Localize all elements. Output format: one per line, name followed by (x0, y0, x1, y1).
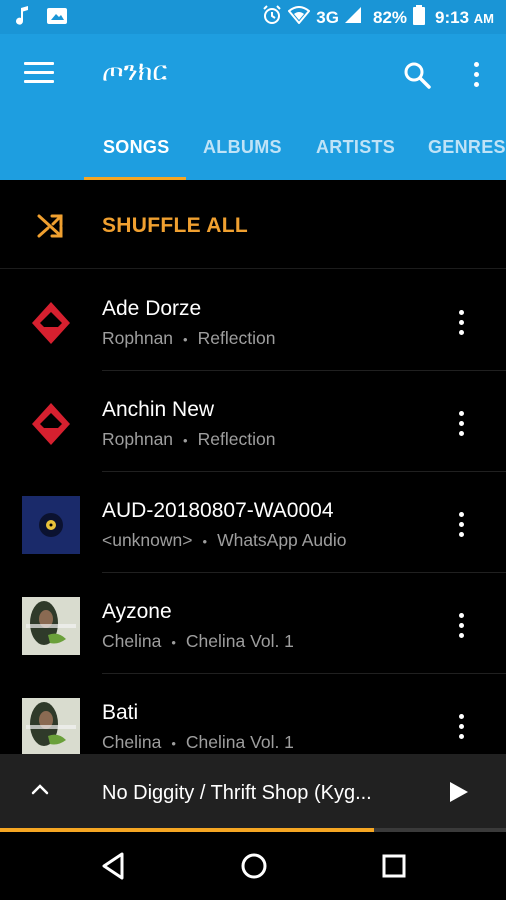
back-icon[interactable] (98, 850, 130, 882)
app-title: ጦንክር (102, 56, 168, 87)
shuffle-icon (36, 212, 66, 240)
shuffle-all-button[interactable]: SHUFFLE ALL (0, 182, 506, 268)
home-icon[interactable] (238, 850, 270, 882)
tab-songs[interactable]: SONGS (103, 137, 170, 158)
signal-icon (344, 7, 361, 28)
song-subtitle: <unknown> • WhatsApp Audio (102, 530, 347, 550)
clock-time: 9:13 AM (435, 7, 494, 27)
system-nav-bar (0, 832, 506, 900)
play-icon[interactable] (446, 780, 470, 804)
overflow-menu-icon[interactable] (466, 60, 486, 90)
wifi-icon (287, 6, 311, 29)
search-icon[interactable] (402, 60, 432, 90)
tab-indicator (84, 177, 186, 180)
more-options-icon[interactable] (450, 611, 472, 641)
album-art (22, 698, 80, 756)
chevron-up-icon[interactable] (30, 782, 50, 796)
tab-bar: SONGS ALBUMS ARTISTS GENRES (0, 126, 506, 180)
song-row[interactable]: AUD-20180807-WA0004 <unknown> • WhatsApp A… (0, 472, 506, 573)
tab-artists[interactable]: ARTISTS (316, 137, 395, 158)
song-row[interactable]: Ayzone Chelina • Chelina Vol. 1 (0, 573, 506, 674)
song-subtitle: Chelina • Chelina Vol. 1 (102, 732, 294, 752)
song-row[interactable]: Anchin New Rophnan • Reflection (0, 371, 506, 472)
app-bar: ጦንክር SONGS ALBUMS ARTISTS GENRES (0, 34, 506, 180)
gallery-notification-icon (46, 6, 68, 31)
tab-genres[interactable]: GENRES (428, 137, 506, 158)
status-bar: 3G 82% 9:13 AM (0, 0, 506, 34)
recents-icon[interactable] (378, 850, 410, 882)
battery-percent: 82% (372, 7, 408, 27)
network-type-label: 3G (316, 7, 339, 27)
album-art (22, 294, 80, 352)
song-title: Ayzone (102, 600, 172, 623)
alarm-icon (262, 5, 282, 30)
battery-icon (413, 5, 426, 30)
song-subtitle: Rophnan • Reflection (102, 429, 276, 449)
song-subtitle: Chelina • Chelina Vol. 1 (102, 631, 294, 651)
song-row[interactable]: Ade Dorze Rophnan • Reflection (0, 270, 506, 371)
song-title: Bati (102, 701, 139, 724)
music-note-icon (14, 6, 32, 31)
more-options-icon[interactable] (450, 409, 472, 439)
album-art (22, 496, 80, 554)
divider (0, 268, 506, 269)
song-title: Ade Dorze (102, 297, 202, 320)
album-art (22, 395, 80, 453)
song-subtitle: Rophnan • Reflection (102, 328, 276, 348)
more-options-icon[interactable] (450, 308, 472, 338)
more-options-icon[interactable] (450, 510, 472, 540)
more-options-icon[interactable] (450, 712, 472, 742)
album-art (22, 597, 80, 655)
now-playing-bar[interactable]: No Diggity / Thrift Shop (Kyg... (0, 754, 506, 828)
now-playing-title: No Diggity / Thrift Shop (Kyg... (102, 782, 372, 804)
tab-albums[interactable]: ALBUMS (203, 137, 282, 158)
song-title: AUD-20180807-WA0004 (102, 499, 334, 522)
shuffle-all-label: SHUFFLE ALL (102, 214, 249, 237)
menu-icon[interactable] (24, 62, 54, 84)
song-title: Anchin New (102, 398, 215, 421)
